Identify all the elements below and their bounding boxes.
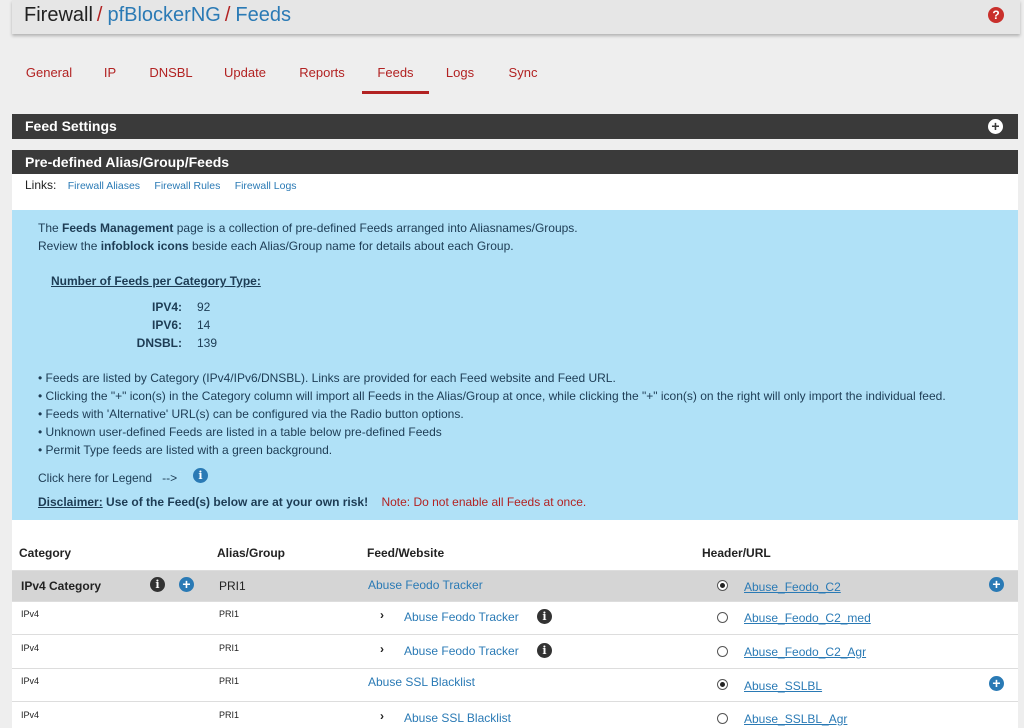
row-url-link[interactable]: Abuse_SSLBL [744, 679, 822, 693]
chevron-right-icon: › [380, 608, 384, 622]
row-alias: PRI1 [219, 609, 240, 619]
breadcrumb-page-link[interactable]: Feeds [235, 4, 291, 26]
url-radio[interactable] [717, 713, 728, 724]
tab-reports[interactable]: Reports [292, 54, 352, 94]
legend-text: Click here for Legend [38, 471, 153, 485]
breadcrumb-package-link[interactable]: pfBlockerNG [107, 4, 220, 26]
row-alias: PRI1 [219, 643, 240, 653]
table-row: IPv4 PRI1 › Abuse Feodo Tracker i Abuse_… [12, 635, 1018, 669]
tab-update[interactable]: Update [214, 54, 276, 94]
info-line-1: The Feeds Management page is a collectio… [38, 221, 578, 235]
chevron-right-icon: › [380, 709, 384, 723]
row-feed-link[interactable]: Abuse SSL Blacklist [404, 711, 511, 725]
breadcrumb-separator: / [96, 4, 103, 26]
feeds-table: Category Alias/Group Feed/Website Header… [12, 520, 1018, 728]
info-text: The [38, 221, 63, 235]
disclaimer: Disclaimer: Use of the Feed(s) below are… [38, 495, 586, 509]
row-feed-link[interactable]: Abuse Feodo Tracker [404, 644, 519, 658]
tab-dnsbl[interactable]: DNSBL [142, 54, 200, 94]
row-category: IPv4 [21, 609, 40, 619]
row-category: IPv4 [21, 643, 40, 653]
url-radio[interactable] [717, 646, 728, 657]
info-text: page is a collection of pre-defined Feed… [173, 221, 578, 235]
row-url-link[interactable]: Abuse_SSLBL_Agr [744, 712, 847, 726]
row-url-link[interactable]: Abuse_Feodo_C2_med [744, 611, 871, 625]
links-label: Links: [25, 178, 57, 192]
col-header-url: Header/URL [702, 546, 771, 560]
info-block: The Feeds Management page is a collectio… [12, 210, 1018, 520]
col-header-alias: Alias/Group [217, 546, 286, 560]
help-icon[interactable]: ? [988, 7, 1004, 23]
breadcrumb-separator: / [224, 4, 231, 26]
feed-info-icon[interactable]: i [537, 609, 552, 624]
links-bar: Links: Firewall Aliases Firewall Rules F… [12, 174, 1018, 210]
category-import-plus-icon[interactable]: + [179, 577, 194, 592]
table-row: IPv4 PRI1 › Abuse Feodo Tracker i Abuse_… [12, 602, 1018, 635]
legend-arrow: --> [162, 471, 178, 485]
row-url-link[interactable]: Abuse_Feodo_C2_Agr [744, 645, 866, 659]
col-header-feed: Feed/Website [367, 546, 445, 560]
count-value-ipv4: 92 [197, 300, 211, 314]
legend-link[interactable]: Click here for Legend --> [38, 471, 177, 485]
row-category: IPv4 Category [21, 579, 102, 593]
col-header-category: Category [19, 546, 72, 560]
info-bold: infoblock icons [100, 239, 189, 253]
count-key-ipv4: IPV4: [151, 300, 182, 314]
expand-plus-icon[interactable]: + [988, 119, 1003, 134]
disclaimer-note: Note: Do not enable all Feeds at once. [381, 495, 587, 509]
tab-logs[interactable]: Logs [440, 54, 480, 94]
page-header: Firewall / pfBlockerNG / Feeds ? [12, 0, 1020, 34]
row-feed-link[interactable]: Abuse SSL Blacklist [368, 675, 475, 689]
url-radio[interactable] [717, 612, 728, 623]
info-bold: Feeds Management [62, 221, 174, 235]
url-radio[interactable] [717, 580, 728, 591]
link-firewall-logs[interactable]: Firewall Logs [235, 180, 297, 192]
feed-import-plus-icon[interactable]: + [989, 676, 1004, 691]
tab-general[interactable]: General [16, 54, 82, 94]
row-url-link[interactable]: Abuse_Feodo_C2 [744, 580, 841, 594]
row-category: IPv4 [21, 710, 40, 720]
row-alias: PRI1 [219, 579, 246, 593]
breadcrumb: Firewall / pfBlockerNG / Feeds [24, 4, 291, 26]
disclaimer-label: Disclaimer: [38, 495, 103, 509]
row-alias: PRI1 [219, 676, 240, 686]
chevron-right-icon: › [380, 642, 384, 656]
tab-feeds[interactable]: Feeds [362, 54, 429, 94]
feed-import-plus-icon[interactable]: + [989, 577, 1004, 592]
link-firewall-rules[interactable]: Firewall Rules [154, 180, 220, 192]
link-firewall-aliases[interactable]: Firewall Aliases [68, 180, 140, 192]
tab-sync[interactable]: Sync [502, 54, 544, 94]
feed-settings-heading[interactable]: Feed Settings + [12, 114, 1018, 139]
info-text: Review the [38, 239, 101, 253]
info-bullet: • Feeds with 'Alternative' URL(s) can be… [38, 407, 464, 421]
info-bullet: • Permit Type feeds are listed with a gr… [38, 443, 333, 457]
count-key-ipv6: IPV6: [151, 318, 182, 332]
info-text: beside each Alias/Group name for details… [188, 239, 514, 253]
table-row: IPv4 PRI1 › Abuse SSL Blacklist Abuse_SS… [12, 702, 1018, 728]
count-key-dnsbl: DNSBL: [136, 336, 182, 350]
predefined-heading: Pre-defined Alias/Group/Feeds [12, 150, 1018, 175]
category-info-icon[interactable]: i [150, 577, 165, 592]
count-value-dnsbl: 139 [197, 336, 218, 350]
tab-ip[interactable]: IP [96, 54, 124, 94]
row-category: IPv4 [21, 676, 40, 686]
breadcrumb-root: Firewall [24, 4, 93, 26]
predefined-title: Pre-defined Alias/Group/Feeds [25, 154, 230, 170]
feed-info-icon[interactable]: i [537, 643, 552, 658]
disclaimer-text: Use of the Feed(s) below are at your own… [102, 495, 369, 509]
info-bullet: • Unknown user-defined Feeds are listed … [38, 425, 442, 439]
info-line-2: Review the infoblock icons beside each A… [38, 239, 514, 253]
count-heading: Number of Feeds per Category Type: [51, 274, 261, 288]
feed-settings-title: Feed Settings [25, 118, 117, 134]
info-bullet: • Clicking the "+" icon(s) in the Catego… [38, 389, 946, 403]
row-feed-link[interactable]: Abuse Feodo Tracker [368, 578, 483, 592]
table-row: IPv4 PRI1 Abuse SSL Blacklist Abuse_SSLB… [12, 669, 1018, 702]
row-alias: PRI1 [219, 710, 240, 720]
url-radio[interactable] [717, 679, 728, 690]
legend-info-icon[interactable]: i [193, 468, 208, 483]
row-feed-link[interactable]: Abuse Feodo Tracker [404, 610, 519, 624]
table-row-category: IPv4 Category i + PRI1 Abuse Feodo Track… [12, 571, 1018, 602]
info-bullet: • Feeds are listed by Category (IPv4/IPv… [38, 371, 616, 385]
count-value-ipv6: 14 [197, 318, 211, 332]
